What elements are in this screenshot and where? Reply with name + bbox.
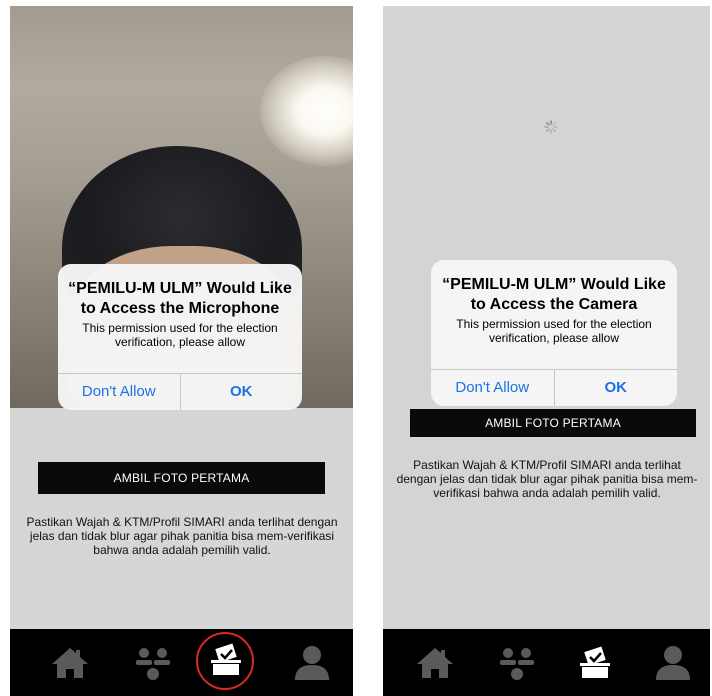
ballot-box-icon	[580, 646, 610, 678]
screen-microphone-permission: AMBIL FOTO PERTAMA Pastikan Wajah & KTM/…	[10, 6, 353, 696]
take-first-photo-button[interactable]: AMBIL FOTO PERTAMA	[38, 462, 325, 494]
tab-home[interactable]	[405, 629, 465, 696]
microphone-permission-alert: “PEMILU-M ULM” Would Like to Access the …	[58, 264, 302, 410]
instructions-text: Pastikan Wajah & KTM/Profil SIMARI anda …	[396, 458, 698, 500]
alert-button-row: Don't Allow OK	[431, 369, 677, 406]
tab-bar	[383, 629, 710, 696]
profile-icon	[295, 645, 329, 680]
ballot-box-icon	[211, 643, 241, 675]
candidates-icon	[500, 647, 534, 680]
tab-profile[interactable]	[643, 629, 703, 696]
tab-vote[interactable]	[565, 629, 625, 696]
candidates-icon	[136, 647, 170, 680]
screen-camera-permission: AMBIL FOTO PERTAMA Pastikan Wajah & KTM/…	[383, 6, 710, 696]
alert-title: “PEMILU-M ULM” Would Like to Access the …	[442, 276, 666, 313]
loading-spinner-icon	[544, 120, 558, 134]
alert-message: This permission used for the election ve…	[456, 317, 652, 345]
home-icon	[417, 647, 453, 678]
profile-icon	[656, 645, 690, 680]
dont-allow-button[interactable]: Don't Allow	[431, 370, 554, 406]
camera-permission-alert: “PEMILU-M ULM” Would Like to Access the …	[431, 260, 677, 406]
tab-vote[interactable]	[196, 629, 256, 696]
home-icon	[52, 647, 88, 678]
alert-title: “PEMILU-M ULM” Would Like to Access the …	[68, 280, 292, 317]
ok-button[interactable]: OK	[553, 370, 678, 406]
tab-profile[interactable]	[282, 629, 342, 696]
dont-allow-button[interactable]: Don't Allow	[58, 374, 180, 410]
ceiling-light	[260, 56, 353, 166]
ok-button[interactable]: OK	[179, 374, 303, 410]
tab-candidates[interactable]	[487, 629, 547, 696]
tab-candidates[interactable]	[123, 629, 183, 696]
take-first-photo-button[interactable]: AMBIL FOTO PERTAMA	[410, 409, 696, 437]
alert-message: This permission used for the election ve…	[82, 321, 278, 349]
instructions-text: Pastikan Wajah & KTM/Profil SIMARI anda …	[26, 515, 338, 557]
alert-button-row: Don't Allow OK	[58, 373, 302, 410]
tab-home[interactable]	[40, 629, 100, 696]
tab-bar	[10, 629, 353, 696]
